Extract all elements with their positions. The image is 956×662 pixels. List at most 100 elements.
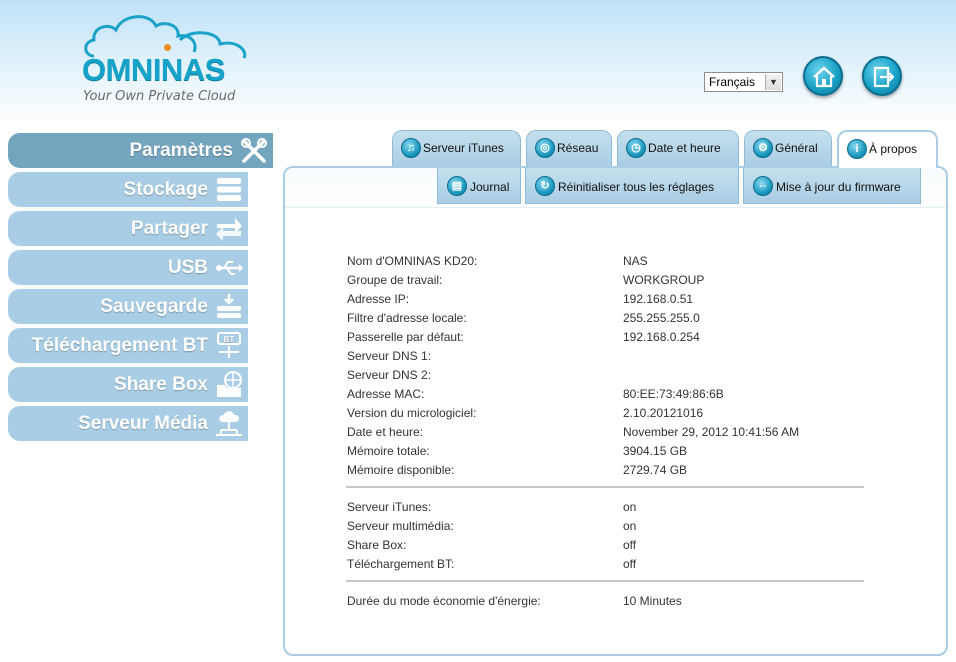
chevron-down-icon[interactable]: ▼ — [765, 74, 781, 90]
tab-label: À propos — [869, 142, 918, 156]
info-row-datetime: Date et heure: November 29, 2012 10:41:5… — [347, 425, 867, 444]
tab-reseau[interactable]: ◎ Réseau — [526, 130, 612, 167]
sidebar-item-usb[interactable]: USB — [8, 250, 248, 285]
tab-label: Réseau — [557, 141, 599, 155]
tab-reinitialiser[interactable]: ↻ Réinitialiser tous les réglages — [525, 168, 739, 204]
info-label: Durée du mode économie d'énergie: — [347, 594, 541, 608]
sidebar-item-label: Paramètres — [129, 140, 233, 161]
info-value: 80:EE:73:49:86:6B — [623, 387, 724, 401]
tab-label: Serveur iTunes — [423, 141, 504, 155]
logo-dot — [164, 44, 171, 51]
info-value: November 29, 2012 10:41:56 AM — [623, 425, 800, 439]
info-label: Adresse MAC: — [347, 387, 425, 401]
tab-date-et-heure[interactable]: ◷ Date et heure — [617, 130, 739, 167]
info-value: 10 Minutes — [623, 594, 682, 608]
info-value: NAS — [623, 254, 648, 268]
tab-journal[interactable]: ▤ Journal — [437, 168, 521, 204]
bt-download-icon: BT — [217, 332, 241, 358]
info-row-itunes-server: Serveur iTunes: on — [347, 500, 867, 519]
info-value: 255.255.255.0 — [623, 311, 700, 325]
sidebar-item-partager[interactable]: Partager — [8, 211, 248, 246]
info-row-dns1: Serveur DNS 1: — [347, 349, 867, 368]
language-select[interactable]: Français ▼ — [704, 72, 783, 92]
info-label: Nom d'OMNINAS KD20: — [347, 254, 478, 268]
tools-icon — [241, 138, 267, 163]
sidebar-item-serveur-media[interactable]: Serveur Média — [8, 406, 248, 441]
sidebar-item-stockage[interactable]: Stockage — [8, 172, 248, 207]
svg-text:BT: BT — [224, 335, 235, 344]
sidebar-item-label: USB — [167, 257, 208, 278]
info-label: Version du micrologiciel: — [347, 406, 477, 420]
usb-icon — [216, 261, 243, 275]
section-divider — [346, 486, 864, 488]
info-value: 192.168.0.254 — [623, 330, 700, 344]
sidebar-item-telechargement-bt[interactable]: Téléchargement BT BT — [8, 328, 248, 363]
info-label: Téléchargement BT: — [347, 557, 455, 571]
sidebar-item-label: Stockage — [123, 179, 208, 200]
info-label: Serveur DNS 2: — [347, 368, 432, 382]
info-value: off — [623, 557, 637, 571]
home-button[interactable] — [803, 56, 843, 96]
logo-tagline: Your Own Private Cloud — [83, 89, 236, 104]
info-row-media-server: Serveur multimédia: on — [347, 519, 867, 538]
language-selected-value: Français — [709, 75, 756, 89]
info-row-total-memory: Mémoire totale: 3904.15 GB — [347, 444, 867, 463]
info-label: Share Box: — [347, 538, 407, 552]
storage-icon — [217, 178, 241, 201]
info-label: Date et heure: — [347, 425, 424, 439]
info-row-power-saving: Durée du mode économie d'énergie: 10 Min… — [347, 594, 867, 613]
section-divider — [346, 580, 864, 582]
firmware-update-icon: ⇔ — [753, 176, 773, 196]
logout-button[interactable] — [862, 56, 902, 96]
music-note-icon: ♫ — [401, 138, 421, 158]
share-arrow-icon — [216, 218, 242, 241]
info-label: Serveur iTunes: — [347, 500, 432, 514]
info-label: Serveur multimédia: — [347, 519, 454, 533]
info-value: on — [623, 519, 637, 533]
info-row-firmware-version: Version du micrologiciel: 2.10.20121016 — [347, 406, 867, 425]
gears-icon: ⚙ — [753, 138, 773, 158]
tab-mise-a-jour-firmware[interactable]: ⇔ Mise à jour du firmware — [743, 168, 921, 204]
media-server-icon — [216, 411, 242, 436]
omninas-logo: OMNINAS Your Own Private Cloud — [80, 12, 255, 104]
info-value: 2729.74 GB — [623, 463, 688, 477]
info-row-mac: Adresse MAC: 80:EE:73:49:86:6B — [347, 387, 867, 406]
info-row-subnet-mask: Filtre d'adresse locale: 255.255.255.0 — [347, 311, 867, 330]
info-row-available-memory: Mémoire disponible: 2729.74 GB — [347, 463, 867, 482]
info-value: 3904.15 GB — [623, 444, 688, 458]
info-icon: i — [847, 139, 867, 159]
sidebar-item-label: Serveur Média — [78, 413, 208, 434]
tab-label: Journal — [470, 180, 510, 194]
share-box-icon — [217, 371, 242, 397]
info-row-dns2: Serveur DNS 2: — [347, 368, 867, 387]
tab-label: Réinitialiser tous les réglages — [558, 180, 715, 194]
sidebar-item-parametres[interactable]: Paramètres — [8, 133, 273, 168]
info-label: Serveur DNS 1: — [347, 349, 432, 363]
info-label: Mémoire disponible: — [347, 463, 455, 477]
tab-label: Mise à jour du firmware — [776, 180, 901, 194]
logo-text: OMNINAS — [82, 52, 225, 87]
sidebar-item-sauvegarde[interactable]: Sauvegarde — [8, 289, 248, 324]
info-value: WORKGROUP — [623, 273, 705, 287]
info-row-bt-download: Téléchargement BT: off — [347, 557, 867, 576]
info-row-workgroup: Groupe de travail: WORKGROUP — [347, 273, 867, 292]
info-value: off — [623, 538, 637, 552]
journal-icon: ▤ — [447, 176, 467, 196]
sidebar-item-share-box[interactable]: Share Box — [8, 367, 248, 402]
home-icon — [813, 66, 835, 88]
tab-general[interactable]: ⚙ Général — [744, 130, 832, 167]
sidebar-item-label: Partager — [130, 218, 208, 239]
info-label: Mémoire totale: — [347, 444, 430, 458]
info-row-ip-address: Adresse IP: 192.168.0.51 — [347, 292, 867, 311]
info-value: 2.10.20121016 — [623, 406, 704, 420]
sidebar-nav: Paramètres Stockage Partager USB Sauvega… — [8, 133, 274, 445]
tab-serveur-itunes[interactable]: ♫ Serveur iTunes — [392, 130, 521, 167]
info-label: Groupe de travail: — [347, 273, 443, 287]
info-row-gateway: Passerelle par défaut: 192.168.0.254 — [347, 330, 867, 349]
info-label: Passerelle par défaut: — [347, 330, 464, 344]
tab-a-propos[interactable]: i À propos — [837, 130, 938, 168]
info-label: Filtre d'adresse locale: — [347, 311, 467, 325]
tab-label: Date et heure — [648, 141, 721, 155]
reset-icon: ↻ — [535, 176, 555, 196]
network-icon: ◎ — [535, 138, 555, 158]
